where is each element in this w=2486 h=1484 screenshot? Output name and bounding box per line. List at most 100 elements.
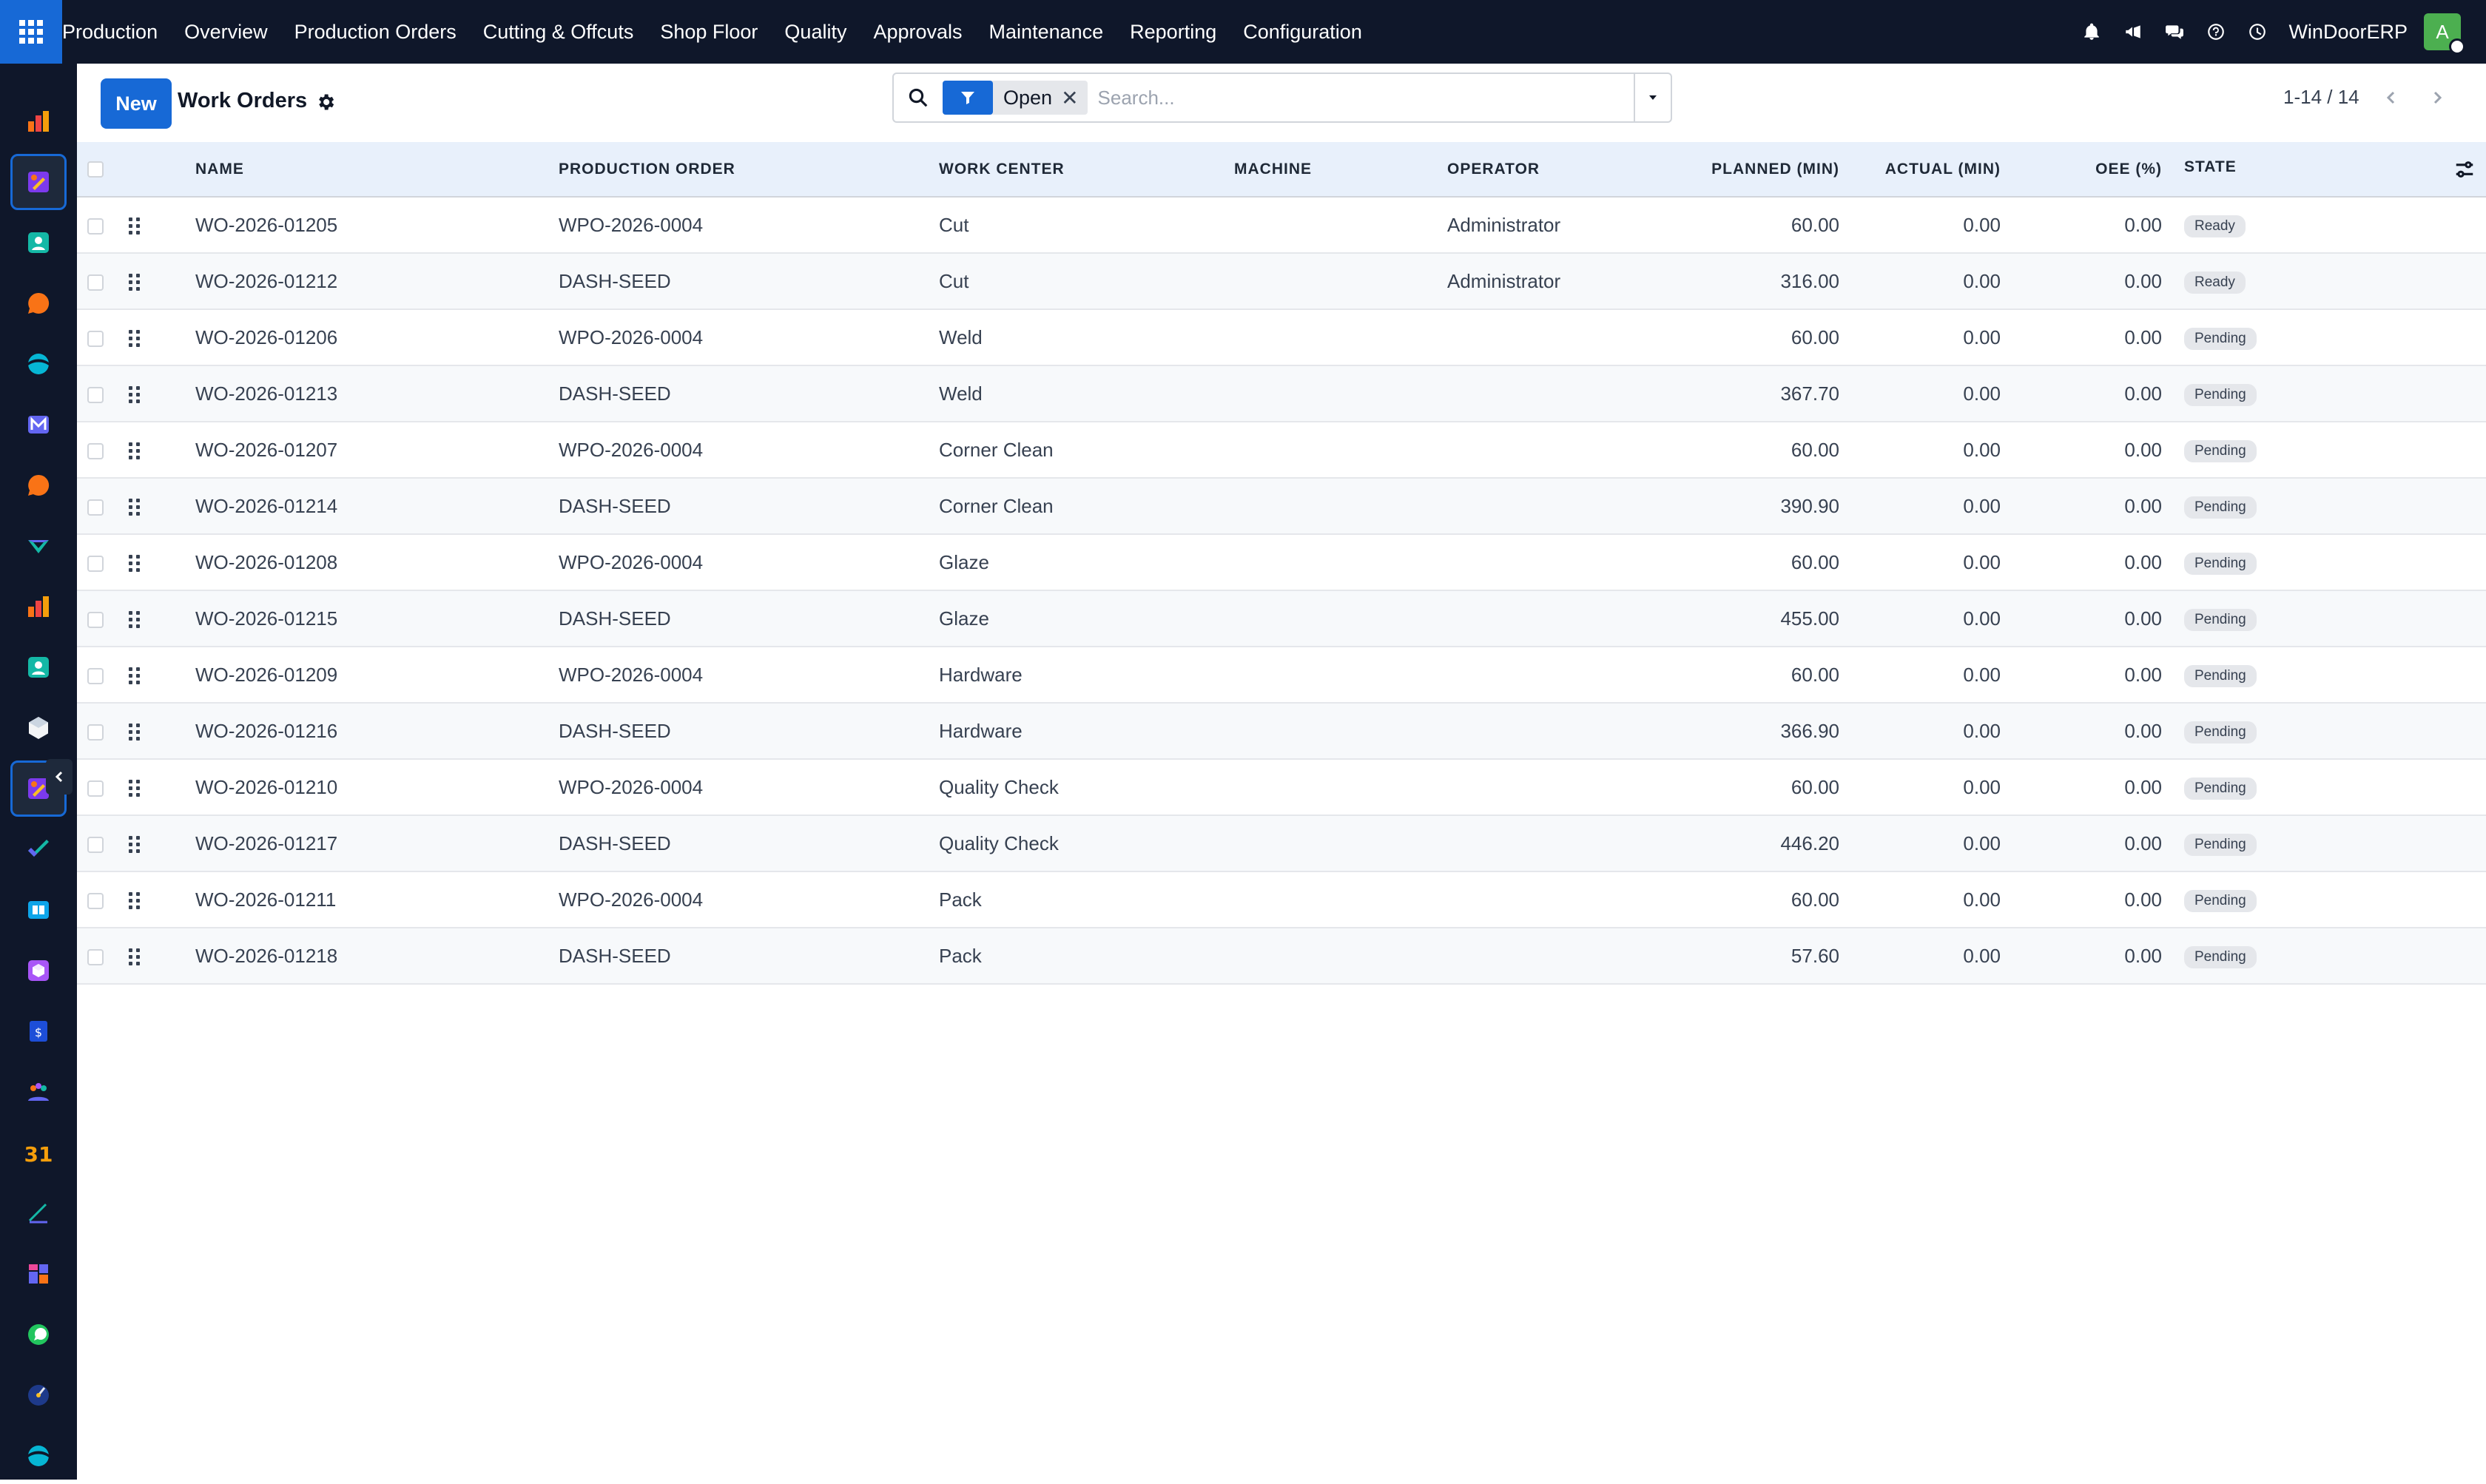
cell-operator[interactable]: Administrator [1447,253,1651,309]
cell-work-center[interactable]: Glaze [939,590,1234,647]
drag-handle-icon[interactable] [129,217,140,235]
cell-name[interactable]: WO-2026-01217 [195,815,559,871]
drag-handle-icon[interactable] [129,330,140,348]
table-row[interactable]: WO-2026-01212 DASH-SEED Cut Administrato… [77,253,2486,309]
cell-machine[interactable] [1234,534,1447,590]
column-header-name[interactable]: Name [195,142,559,198]
project-app-icon[interactable] [10,518,67,574]
table-row[interactable]: WO-2026-01208 WPO-2026-0004 Glaze 60.00 … [77,534,2486,590]
cell-machine[interactable] [1234,422,1447,478]
cell-oee[interactable]: 0.00 [2023,815,2184,871]
cell-operator[interactable] [1447,478,1651,534]
cell-machine[interactable] [1234,253,1447,309]
cell-work-center[interactable]: Weld [939,365,1234,422]
cell-machine[interactable] [1234,928,1447,984]
cell-name[interactable]: WO-2026-01215 [195,590,559,647]
drag-handle-icon[interactable] [129,892,140,910]
cell-production-order[interactable]: WPO-2026-0004 [559,422,939,478]
cell-oee[interactable]: 0.00 [2023,647,2184,703]
cell-production-order[interactable]: DASH-SEED [559,590,939,647]
cell-state[interactable]: Pending [2184,647,2486,703]
cell-actual[interactable]: 0.00 [1862,478,2023,534]
cell-work-center[interactable]: Cut [939,253,1234,309]
cell-production-order[interactable]: WPO-2026-0004 [559,534,939,590]
pager-next-button[interactable] [2415,74,2459,121]
table-row[interactable]: WO-2026-01213 DASH-SEED Weld 367.70 0.00… [77,365,2486,422]
row-checkbox[interactable] [87,892,104,909]
cell-machine[interactable] [1234,478,1447,534]
cell-production-order[interactable]: WPO-2026-0004 [559,647,939,703]
shop-floor-app-icon[interactable] [10,700,67,756]
cell-production-order[interactable]: WPO-2026-0004 [559,197,939,253]
menu-maintenance[interactable]: Maintenance [976,0,1117,64]
table-row[interactable]: WO-2026-01211 WPO-2026-0004 Pack 60.00 0… [77,871,2486,928]
planning-app-icon[interactable] [10,336,67,392]
search-options-toggle[interactable] [1634,74,1671,121]
row-checkbox[interactable] [87,386,104,403]
cell-state[interactable]: Pending [2184,590,2486,647]
cell-name[interactable]: WO-2026-01211 [195,871,559,928]
employees-app-icon[interactable] [10,639,67,695]
cell-machine[interactable] [1234,590,1447,647]
cell-machine[interactable] [1234,703,1447,759]
cell-state[interactable]: Pending [2184,365,2486,422]
cell-oee[interactable]: 0.00 [2023,590,2184,647]
cell-actual[interactable]: 0.00 [1862,759,2023,815]
cell-operator[interactable] [1447,928,1651,984]
cell-name[interactable]: WO-2026-01212 [195,253,559,309]
row-checkbox[interactable] [87,780,104,797]
cell-planned[interactable]: 60.00 [1651,197,1862,253]
column-header-operator[interactable]: Operator [1447,142,1651,198]
gear-icon[interactable] [315,92,336,112]
select-all-checkbox[interactable] [87,161,104,178]
menu-overview[interactable]: Overview [171,0,281,64]
drag-handle-icon[interactable] [129,948,140,966]
row-checkbox[interactable] [87,274,104,291]
column-header-machine[interactable]: Machine [1234,142,1447,198]
column-header-oee[interactable]: OEE (%) [2023,142,2184,198]
cell-operator[interactable]: Administrator [1447,197,1651,253]
row-checkbox[interactable] [87,217,104,235]
cell-production-order[interactable]: DASH-SEED [559,928,939,984]
drag-handle-icon[interactable] [129,499,140,516]
cell-machine[interactable] [1234,759,1447,815]
cell-oee[interactable]: 0.00 [2023,928,2184,984]
clock-icon[interactable] [2237,0,2278,64]
cell-oee[interactable]: 0.00 [2023,534,2184,590]
cell-machine[interactable] [1234,365,1447,422]
cell-actual[interactable]: 0.00 [1862,309,2023,365]
cell-name[interactable]: WO-2026-01207 [195,422,559,478]
drag-handle-icon[interactable] [129,555,140,573]
remove-filter-icon[interactable]: ✕ [1061,86,1087,110]
cell-work-center[interactable]: Pack [939,871,1234,928]
cell-planned[interactable]: 366.90 [1651,703,1862,759]
sign-app-icon[interactable]: 31 [10,1124,67,1181]
cell-operator[interactable] [1447,590,1651,647]
cell-state[interactable]: Pending [2184,422,2486,478]
cell-name[interactable]: WO-2026-01213 [195,365,559,422]
website-builder-app-icon[interactable] [10,1428,67,1484]
cell-planned[interactable]: 60.00 [1651,422,1862,478]
cell-operator[interactable] [1447,422,1651,478]
drag-handle-icon[interactable] [129,611,140,629]
manufacturing-app-icon[interactable] [10,154,67,210]
cell-actual[interactable]: 0.00 [1862,197,2023,253]
cell-work-center[interactable]: Corner Clean [939,422,1234,478]
menu-production-orders[interactable]: Production Orders [281,0,470,64]
cell-work-center[interactable]: Weld [939,309,1234,365]
cell-planned[interactable]: 60.00 [1651,871,1862,928]
cell-actual[interactable]: 0.00 [1862,534,2023,590]
cell-planned[interactable]: 60.00 [1651,759,1862,815]
column-header-work-center[interactable]: Work Center [939,142,1234,198]
mail-app-icon[interactable] [10,397,67,453]
cell-actual[interactable]: 0.00 [1862,928,2023,984]
cell-planned[interactable]: 390.90 [1651,478,1862,534]
row-checkbox[interactable] [87,611,104,628]
bar-chart-app-icon[interactable] [10,93,67,149]
website-app-icon[interactable] [10,1367,67,1423]
optional-columns-icon[interactable] [2453,158,2476,181]
cell-work-center[interactable]: Hardware [939,647,1234,703]
cell-machine[interactable] [1234,197,1447,253]
cell-oee[interactable]: 0.00 [2023,365,2184,422]
dashboards-app-icon[interactable] [10,1185,67,1241]
